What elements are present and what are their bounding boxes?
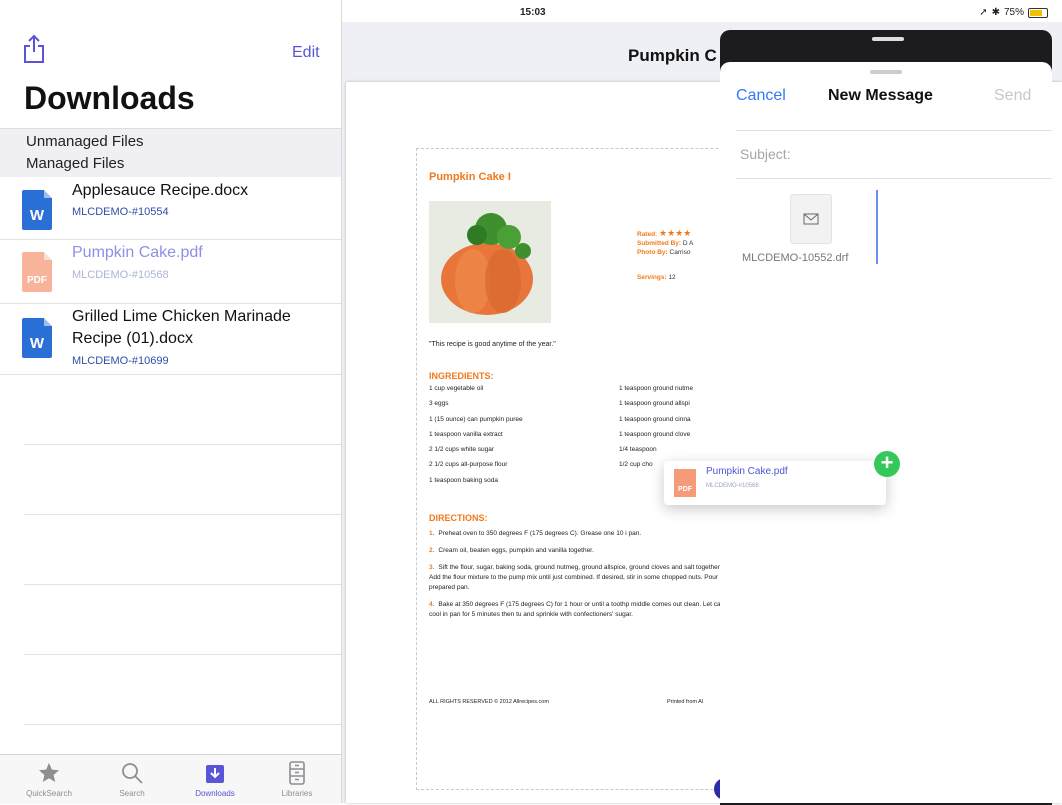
word-document-icon: W [22, 318, 52, 358]
rating-stars-icon: ★★★★ [659, 228, 692, 238]
direction-step: 2. Cream oil, beaten eggs, pumpkin and va… [429, 547, 594, 554]
direction-step: 3. Sift the flour, sugar, baking soda, gr… [429, 564, 722, 591]
text-cursor [876, 190, 878, 264]
file-row-pumpkin-cake[interactable]: PDF Pumpkin Cake.pdf MLCDEMO-#10568 [0, 240, 341, 304]
new-message-sheet: Cancel New Message Send Subject: MLCDEMO… [720, 62, 1052, 803]
downloads-sidebar: Edit Downloads Unmanaged Files Managed F… [0, 0, 342, 804]
list-separator [24, 654, 341, 655]
tab-search[interactable]: Search [97, 761, 167, 798]
dragged-file-chip[interactable]: PDF Pumpkin Cake.pdf MLCDEMO-#10568 [664, 461, 886, 505]
add-plus-icon: + [874, 451, 900, 477]
recipe-printed-from: Printed from Al [667, 699, 704, 705]
file-row-applesauce[interactable]: W Applesauce Recipe.docx MLCDEMO-#10554 [0, 176, 341, 240]
file-id: MLCDEMO-#10568 [72, 269, 169, 281]
sheet-grabber[interactable] [872, 37, 904, 41]
send-button[interactable]: Send [994, 87, 1031, 105]
section-managed-files[interactable]: Managed Files [26, 155, 124, 172]
tab-quicksearch[interactable]: QuickSearch [14, 761, 84, 798]
pdf-document-icon: PDF [22, 252, 52, 292]
divider [736, 130, 1052, 131]
cabinet-icon [289, 761, 305, 785]
file-id: MLCDEMO-#10554 [72, 206, 169, 218]
attachment-file-icon[interactable] [790, 194, 832, 244]
share-icon[interactable] [22, 34, 46, 64]
direction-step: 4. Bake at 350 degrees F (175 degrees C) … [429, 601, 728, 618]
ingredients-heading: INGREDIENTS: [429, 371, 494, 381]
bluetooth-icon: ✱ [991, 7, 1000, 18]
ingredients-right: 1 teaspoon ground nutme 1 teaspoon groun… [619, 385, 694, 469]
file-row-grilled-lime[interactable]: W Grilled Lime Chicken Marinade Recipe (… [0, 304, 341, 375]
viewer-title: Pumpkin C [628, 46, 717, 65]
battery-icon [1028, 7, 1048, 18]
file-name: Grilled Lime Chicken Marinade Recipe (01… [72, 308, 291, 347]
battery-percent: 75% [1003, 7, 1024, 18]
recipe-title: Pumpkin Cake I [429, 171, 511, 183]
section-unmanaged-files[interactable]: Unmanaged Files [26, 133, 144, 150]
star-icon [39, 763, 59, 782]
file-name: Pumpkin Cake.pdf [72, 244, 203, 261]
search-icon [122, 763, 143, 784]
tab-downloads[interactable]: Downloads [180, 761, 250, 798]
recipe-copyright: ALL RIGHTS RESERVED © 2012 Allrecipes.co… [429, 699, 549, 705]
file-sections: Unmanaged Files Managed Files [0, 128, 341, 177]
dragged-file-id: MLCDEMO-#10568 [706, 483, 759, 489]
pdf-document-icon: PDF [674, 469, 696, 497]
recipe-quote: "This recipe is good anytime of the year… [429, 341, 556, 348]
word-document-icon: W [22, 190, 52, 230]
status-right: ➚ ✱ 75% [979, 7, 1048, 18]
location-icon: ➚ [979, 7, 988, 18]
directions-list: 1. Preheat oven to 350 degrees F (175 deg… [429, 529, 729, 627]
edit-button[interactable]: Edit [292, 44, 320, 62]
list-separator [24, 724, 341, 725]
page-title: Downloads [24, 80, 195, 116]
tab-bar: QuickSearch Search Downloads Libraries [0, 754, 341, 804]
ingredients-left: 1 cup vegetable oil 3 eggs 1 (15 ounce) … [429, 385, 523, 484]
attachment-name: MLCDEMO-10552.drf [742, 252, 849, 264]
file-id: MLCDEMO-#10699 [72, 355, 169, 367]
compose-title: New Message [828, 87, 933, 104]
download-icon [206, 765, 224, 783]
sheet-grabber-inner[interactable] [870, 70, 902, 74]
file-name: Applesauce Recipe.docx [72, 182, 249, 199]
list-separator [24, 444, 341, 445]
pumpkin-photo [429, 201, 551, 323]
directions-heading: DIRECTIONS: [429, 513, 488, 523]
dragged-file-name: Pumpkin Cake.pdf [706, 466, 788, 477]
envelope-icon [803, 213, 819, 225]
list-separator [24, 584, 341, 585]
direction-step: 1. Preheat oven to 350 degrees F (175 deg… [429, 530, 642, 537]
cancel-button[interactable]: Cancel [736, 87, 786, 105]
status-time: 15:03 [520, 7, 546, 18]
tab-libraries[interactable]: Libraries [262, 761, 332, 798]
divider [736, 178, 1052, 179]
list-separator [24, 514, 341, 515]
subject-field[interactable]: Subject: [740, 146, 791, 162]
